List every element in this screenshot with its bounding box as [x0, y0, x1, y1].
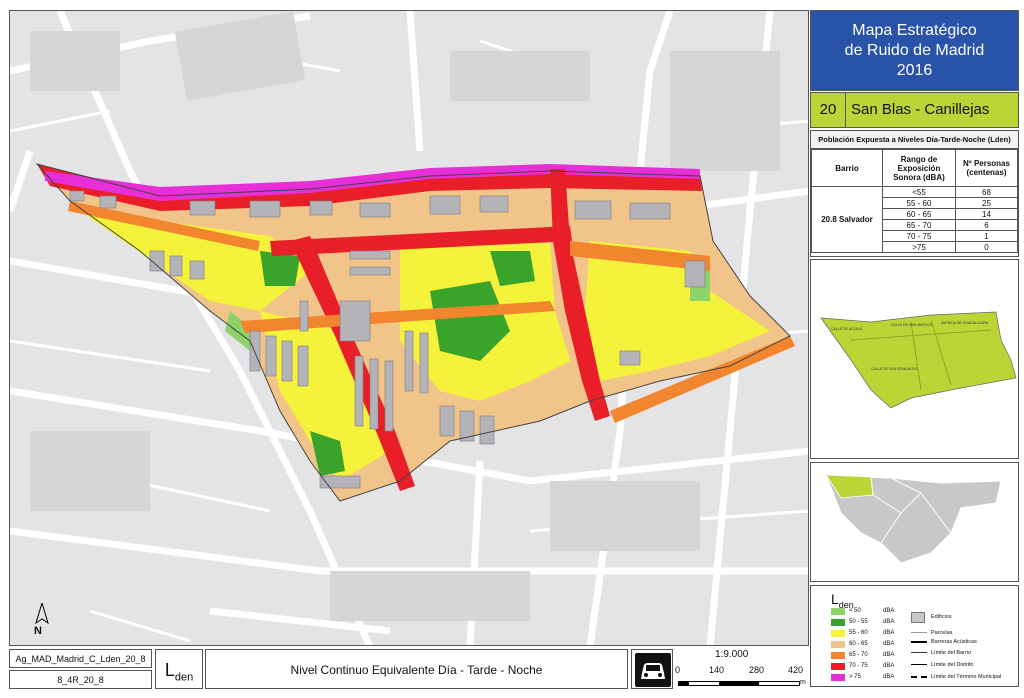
map-code: Ag_MAD_Madrid_C_Lden_20_8	[9, 649, 152, 668]
street-label: CALLE DE SAN MARCOS	[891, 323, 933, 327]
map-title-box: Mapa Estratégico de Ruido de Madrid 2016	[810, 10, 1019, 91]
scale-segment	[679, 682, 689, 685]
barrio-limit-icon	[911, 652, 927, 657]
value-cell: 6	[955, 219, 1018, 231]
scale-tick: 0	[675, 665, 681, 675]
table-row: 20.8 Salvador <55 68	[811, 186, 1018, 253]
street-label: CALLE DE SAN ROMUALDO	[871, 367, 918, 371]
scale-tick: 420	[788, 665, 804, 675]
scale-bar-box: 1:9.000 0 140 280 420 m	[675, 649, 808, 689]
legend-swatch	[831, 630, 845, 637]
legend-swatch	[831, 674, 845, 681]
neighbourhood-inset-map[interactable]: CALLE DE ALCALÁ CALLE DE SAN MARCOS AVEN…	[810, 259, 1019, 459]
map-canvas	[10, 11, 808, 645]
legend-symbol-municipal-limit: Límite del Término Municipal	[911, 674, 1016, 684]
range-cell: 60 - 65	[882, 208, 956, 220]
title-line1: Mapa Estratégico	[852, 22, 977, 39]
street-label: AVENIDA DE GUADALAJARA	[941, 321, 989, 325]
legend-swatch	[831, 652, 845, 659]
col-personas: Nº Personas (centenas)	[955, 149, 1018, 187]
range-cell: 70 - 75	[882, 230, 956, 242]
building-icon	[911, 612, 925, 623]
district-name: San Blas - Canillejas	[851, 101, 990, 118]
legend-symbol-buildings: Edificios	[911, 612, 1016, 624]
legend-symbol-district-limit: Límite del Distrito	[911, 662, 1016, 672]
range-cell: 55 - 60	[882, 197, 956, 209]
range-cell: 65 - 70	[882, 219, 956, 231]
legend-symbol-barrio-limit: Límite del Barrio	[911, 650, 1016, 660]
noise-map[interactable]: N	[9, 10, 809, 646]
legend-swatch	[831, 608, 845, 615]
value-cell: 14	[955, 208, 1018, 220]
north-arrow: N	[32, 603, 52, 643]
car-icon	[635, 653, 671, 687]
neighbourhood-salvador[interactable]	[37, 164, 795, 501]
district-box: 20 San Blas - Canillejas	[810, 92, 1019, 128]
col-rango: Rango de Exposición Sonora (dBA)	[882, 149, 956, 187]
range-cell: <55	[882, 186, 956, 198]
district-inset-map[interactable]	[810, 462, 1019, 582]
scale-tick: 280	[749, 665, 765, 675]
barrio-cell: 20.8 Salvador	[811, 186, 883, 253]
street-label: CALLE DE ALCALÁ	[831, 327, 863, 331]
district-inset-canvas	[825, 474, 1002, 564]
range-cell: >75	[882, 241, 956, 253]
indicator-label: Lden	[155, 649, 203, 689]
district-number: 20	[811, 93, 846, 127]
col-barrio: Barrio	[811, 149, 883, 187]
indicator-name: Nivel Continuo Equivalente Día - Tarde -…	[205, 649, 628, 689]
municipal-limit-icon	[911, 676, 927, 682]
barrier-icon	[911, 641, 927, 647]
value-cell: 25	[955, 197, 1018, 209]
north-label: N	[34, 625, 42, 637]
scale-segment	[719, 682, 759, 685]
traffic-source-box	[631, 649, 673, 689]
parcel-icon	[911, 632, 927, 637]
title-line2: de Ruido de Madrid	[844, 42, 985, 59]
title-line3: 2016	[896, 62, 933, 79]
value-cell: 1	[955, 230, 1018, 242]
legend-swatch	[831, 663, 845, 670]
value-cell: 0	[955, 241, 1018, 253]
scale-ratio: 1:9.000	[715, 649, 749, 660]
north-arrow-icon	[35, 603, 49, 625]
population-table-box: Población Expuesta a Niveles Día-Tarde-N…	[810, 130, 1019, 257]
legend-title: Lden	[831, 591, 854, 610]
value-cell: 68	[955, 186, 1018, 198]
population-table-title: Población Expuesta a Niveles Día-Tarde-N…	[811, 131, 1018, 149]
scale-bar	[678, 681, 800, 686]
legend-symbol-barriers: Barreras Acústicas	[911, 639, 1016, 649]
legend-swatch	[831, 641, 845, 648]
sheet-code: 8_4R_20_8	[9, 670, 152, 689]
population-table: Barrio Rango de Exposición Sonora (dBA) …	[811, 149, 1018, 253]
district-limit-icon	[911, 664, 927, 669]
scale-unit: m	[800, 679, 806, 686]
neighbourhood-inset-canvas: CALLE DE ALCALÁ CALLE DE SAN MARCOS AVEN…	[820, 311, 1017, 409]
legend-swatch	[831, 619, 845, 626]
legend: Lden < 50 dBA 50 - 55 dBA 55 - 60 dBA 60 - …	[810, 585, 1019, 687]
scale-tick: 140	[709, 665, 725, 675]
